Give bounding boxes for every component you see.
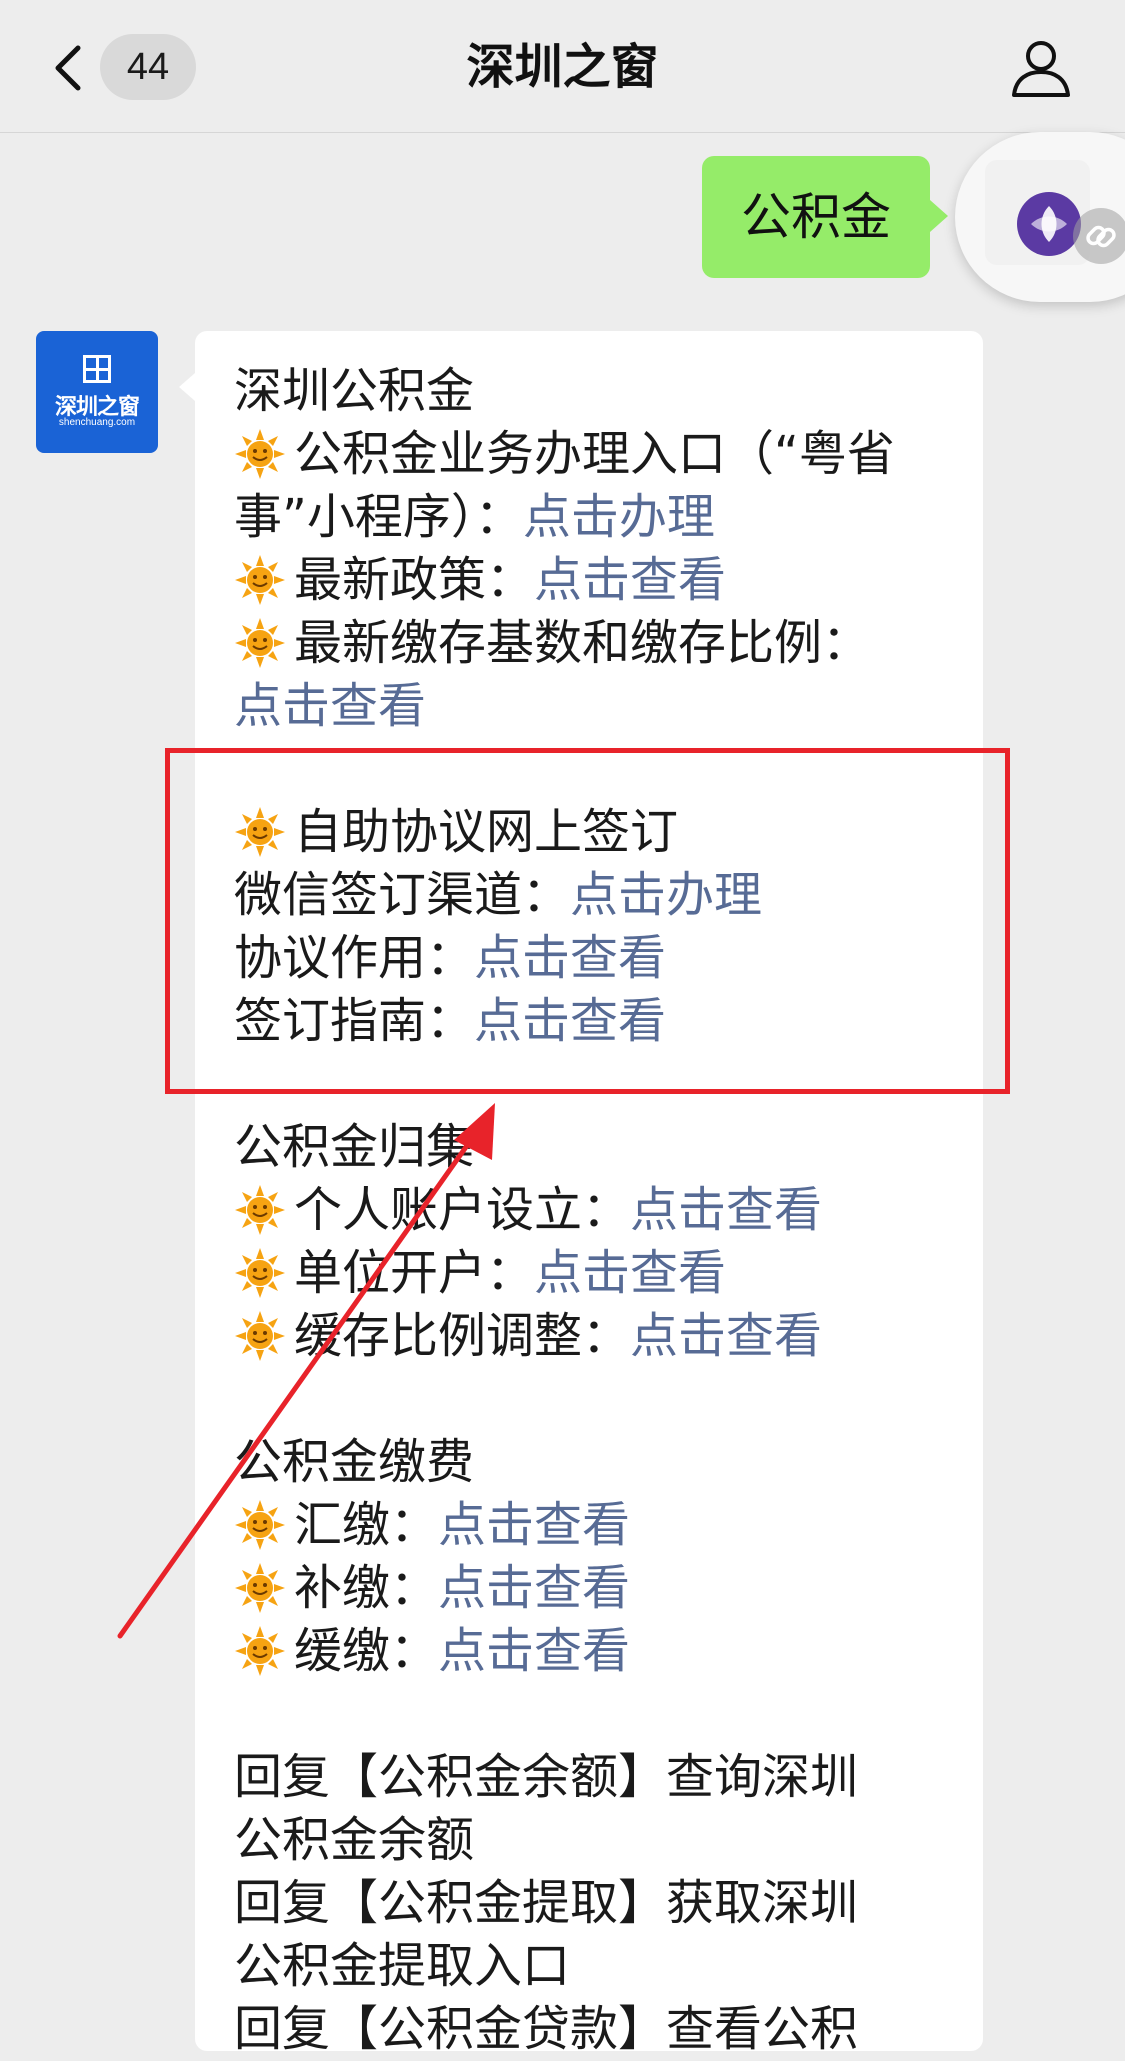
list-item: 单位开户：点击查看	[234, 1242, 969, 1305]
list-item: 个人账户设立：点击查看	[234, 1179, 969, 1242]
sun-emoji-icon	[235, 1185, 285, 1235]
reply-instruction: 公积金提取入口	[234, 1938, 571, 1994]
sun-emoji-icon	[235, 1500, 285, 1550]
list-item: 补缴：点击查看	[234, 1557, 969, 1620]
floating-window-avatar	[985, 160, 1125, 265]
link-view[interactable]: 点击查看	[438, 1623, 630, 1679]
message-text: 深圳公积金 公积金业务办理入口（“粤省 事”小程序）：点击办理 最新政策：点击查…	[234, 360, 969, 2061]
sun-emoji-icon	[235, 1311, 285, 1361]
list-item: 最新缴存基数和缴存比例：	[234, 612, 969, 675]
section-heading: 公积金归集	[234, 1119, 475, 1175]
section-heading: 深圳公积金	[234, 363, 475, 419]
section-heading: 公积金缴费	[234, 1434, 475, 1490]
link-click-handle[interactable]: 点击办理	[523, 489, 715, 545]
sun-emoji-icon	[235, 1248, 285, 1298]
list-item-continuation: 事”小程序）：点击办理	[234, 489, 715, 545]
list-item: 汇缴：点击查看	[234, 1494, 969, 1557]
reply-instruction: 回复【公积金贷款】查看公积	[234, 2001, 859, 2057]
link-view[interactable]: 点击查看	[438, 1560, 630, 1616]
person-icon[interactable]	[1010, 38, 1072, 98]
nav-bar: 44 深圳之窗	[0, 0, 1125, 133]
official-account-avatar[interactable]: 深圳之窗 shenchuang.com	[36, 331, 158, 453]
floating-window[interactable]	[955, 132, 1125, 302]
link-view[interactable]: 点击查看	[630, 1182, 822, 1238]
list-item-continuation: 点击查看	[234, 675, 969, 738]
reply-instruction: 公积金余额	[234, 1812, 475, 1868]
annotation-highlight-box	[165, 748, 1010, 1094]
link-icon	[1073, 208, 1125, 264]
window-logo-icon	[83, 355, 111, 383]
list-item: 最新政策：点击查看	[234, 549, 969, 612]
list-item: 公积金业务办理入口（“粤省	[234, 423, 969, 486]
list-item: 缓存比例调整：点击查看	[234, 1305, 969, 1368]
sun-emoji-icon	[235, 555, 285, 605]
mini-program-logo	[1017, 192, 1081, 256]
avatar-brand-url: shenchuang.com	[58, 417, 136, 428]
link-view[interactable]: 点击查看	[534, 552, 726, 608]
list-item: 缓缴：点击查看	[234, 1620, 969, 1683]
link-view[interactable]: 点击查看	[630, 1308, 822, 1364]
link-view[interactable]: 点击查看	[534, 1245, 726, 1301]
link-view[interactable]: 点击查看	[438, 1497, 630, 1553]
outgoing-message-bubble[interactable]: 公积金	[702, 156, 948, 278]
link-view[interactable]: 点击查看	[234, 678, 426, 734]
reply-instruction: 回复【公积金余额】查询深圳	[234, 1749, 859, 1805]
page-title: 深圳之窗	[466, 39, 659, 95]
sun-emoji-icon	[235, 618, 285, 668]
sun-emoji-icon	[235, 1563, 285, 1613]
reply-instruction: 回复【公积金提取】获取深圳	[234, 1875, 859, 1931]
sun-emoji-icon	[235, 1626, 285, 1676]
sun-emoji-icon	[235, 429, 285, 479]
